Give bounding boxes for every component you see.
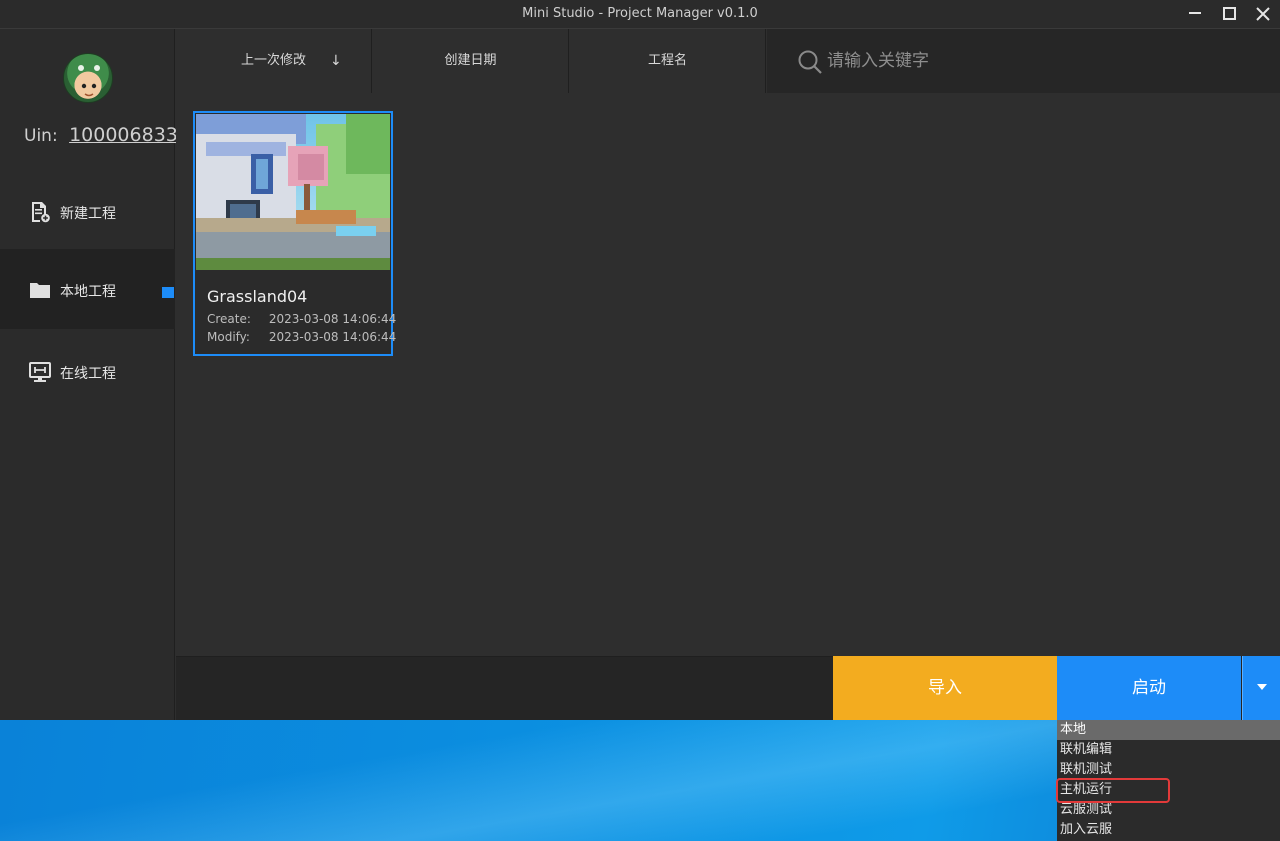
sort-tab-label: 上一次修改 bbox=[240, 53, 306, 68]
minimize-button[interactable] bbox=[1184, 4, 1206, 24]
search-icon bbox=[798, 50, 822, 74]
window-title: Mini Studio - Project Manager v0.1.0 bbox=[522, 6, 758, 21]
toolbar-header: 上一次修改 ↓ 创建日期 工程名 bbox=[176, 29, 1280, 93]
uin-row: Uin: 1000068335 bbox=[24, 124, 190, 146]
sort-tab-last-modified[interactable]: 上一次修改 ↓ bbox=[176, 29, 372, 93]
menu-item-cloud-test[interactable]: 云服测试 bbox=[1057, 800, 1280, 820]
maximize-icon bbox=[1222, 6, 1236, 20]
maximize-button[interactable] bbox=[1218, 4, 1240, 24]
title-bar: Mini Studio - Project Manager v0.1.0 bbox=[0, 0, 1280, 29]
avatar-face-icon bbox=[78, 65, 100, 97]
project-modify-date: Modify: 2023-03-08 14:06:44 bbox=[207, 330, 396, 344]
menu-item-online-edit[interactable]: 联机编辑 bbox=[1057, 740, 1280, 760]
menu-item-join-cloud[interactable]: 加入云服 bbox=[1057, 820, 1280, 840]
menu-item-online-test[interactable]: 联机测试 bbox=[1057, 760, 1280, 780]
project-manager-window: Mini Studio - Project Manager v0.1.0 Uin… bbox=[0, 0, 1280, 720]
search-input[interactable] bbox=[827, 45, 1247, 77]
sidebar-item-online-projects[interactable]: 在线工程 bbox=[0, 331, 175, 411]
project-grid: Grassland04 Create: 2023-03-08 14:06:44 … bbox=[176, 93, 1280, 656]
sidebar-item-label: 新建工程 bbox=[60, 206, 116, 222]
sidebar-item-local-projects[interactable]: 本地工程 bbox=[0, 249, 175, 329]
folder-icon bbox=[30, 283, 50, 298]
avatar[interactable] bbox=[63, 53, 113, 103]
uin-label: Uin: bbox=[24, 126, 58, 146]
sidebar: Uin: 1000068335 新建工程 本地工程 在线工程 bbox=[0, 29, 190, 720]
project-name: Grassland04 bbox=[207, 287, 308, 306]
caret-down-icon bbox=[1256, 684, 1267, 690]
project-card[interactable]: Grassland04 Create: 2023-03-08 14:06:44 … bbox=[193, 111, 396, 356]
launch-dropdown-button[interactable] bbox=[1242, 656, 1280, 720]
sidebar-item-label: 本地工程 bbox=[60, 284, 116, 300]
host-run-highlight-box bbox=[1056, 778, 1170, 803]
import-button[interactable]: 导入 bbox=[833, 656, 1057, 720]
sidebar-item-new-project[interactable]: 新建工程 bbox=[0, 171, 175, 251]
sort-tab-project-name[interactable]: 工程名 bbox=[570, 29, 766, 93]
new-file-icon bbox=[32, 202, 50, 223]
project-create-date: Create: 2023-03-08 14:06:44 bbox=[207, 312, 396, 326]
sidebar-item-label: 在线工程 bbox=[60, 366, 116, 382]
uin-value-link[interactable]: 1000068335 bbox=[69, 124, 190, 146]
sort-tab-label: 工程名 bbox=[647, 53, 687, 68]
sort-tab-label: 创建日期 bbox=[444, 53, 497, 68]
project-thumbnail bbox=[196, 114, 390, 270]
close-button[interactable] bbox=[1252, 4, 1274, 24]
minimize-icon bbox=[1189, 11, 1201, 14]
monitor-icon bbox=[29, 362, 51, 382]
modify-label: Modify: bbox=[207, 330, 250, 344]
modify-value: 2023-03-08 14:06:44 bbox=[268, 330, 397, 344]
create-label: Create: bbox=[207, 312, 251, 326]
menu-item-local[interactable]: 本地 bbox=[1057, 720, 1280, 740]
sort-tab-create-date[interactable]: 创建日期 bbox=[373, 29, 569, 93]
search-box bbox=[767, 29, 1280, 93]
close-icon bbox=[1256, 7, 1270, 21]
create-value: 2023-03-08 14:06:44 bbox=[268, 312, 397, 326]
sort-desc-arrow-icon: ↓ bbox=[330, 53, 342, 69]
launch-button[interactable]: 启动 bbox=[1057, 656, 1241, 720]
active-nav-marker bbox=[162, 287, 174, 298]
